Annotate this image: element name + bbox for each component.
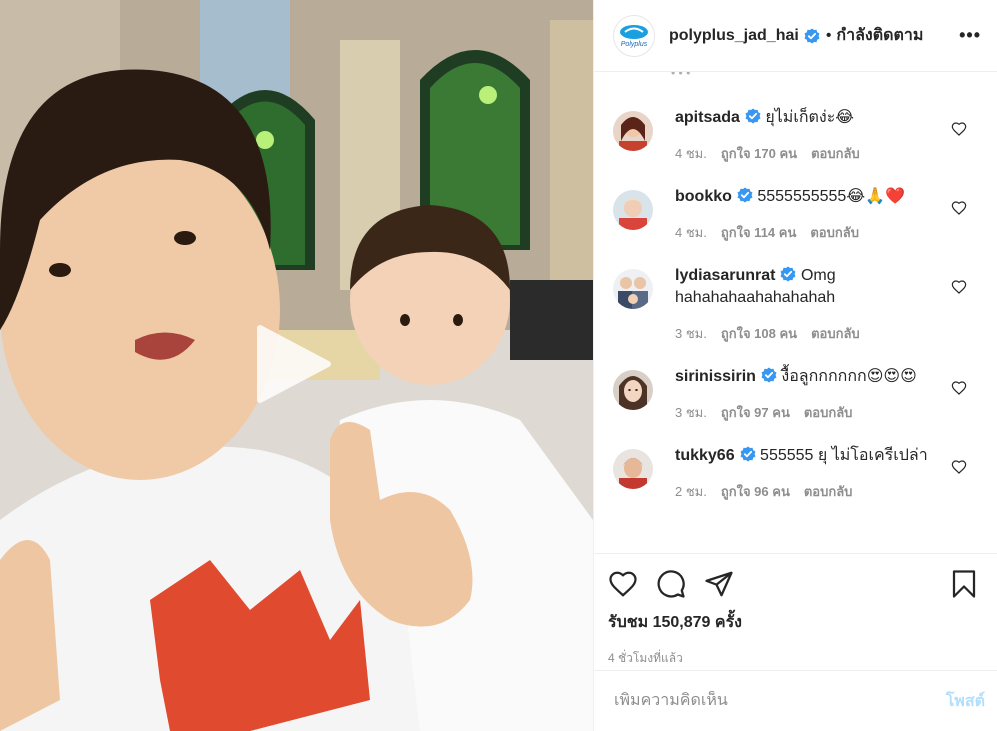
reply-button[interactable]: ตอบกลับ [804,405,853,420]
post-header: Polyplus polyplus_jad_hai • กำลังติดตาม … [594,0,997,72]
like-comment-heart-icon[interactable] [951,279,967,295]
clipped-comment-edge: • • • [671,72,691,80]
comment-likes[interactable]: ถูกใจ 108 คน [721,326,797,341]
play-icon[interactable] [250,322,334,406]
verified-icon [737,187,753,203]
comment-time[interactable]: 3 ชม. [675,326,707,341]
commenter-avatar[interactable] [613,190,653,230]
comment-item: lydiasarunrat Omg hahahahaahahahahah 3 ช… [613,265,981,344]
view-count[interactable]: รับชม 150,879 ครั้ง [608,610,979,635]
commenter-avatar[interactable] [613,370,653,410]
comment-likes[interactable]: ถูกใจ 97 คน [721,405,790,420]
comment-text-row: sirinissirin งื้อลูกกกกกก😍😍😍 [675,366,951,388]
comment-meta: 4 ชม. ถูกใจ 114 คน ตอบกลับ [675,222,951,243]
post-side-panel: Polyplus polyplus_jad_hai • กำลังติดตาม … [593,0,997,731]
comment-time[interactable]: 4 ชม. [675,225,707,240]
comment-time[interactable]: 4 ชม. [675,146,707,161]
comment-body: งื้อลูกกกกกก😍😍😍 [781,368,917,385]
comment-icon[interactable] [656,569,686,599]
bookmark-icon[interactable] [949,569,979,599]
like-comment-heart-icon[interactable] [951,200,967,216]
commenter-username[interactable]: bookko [675,188,732,205]
commenter-avatar[interactable] [613,269,653,309]
post-timestamp[interactable]: 4 ชั่วโมงที่แล้ว [608,649,979,668]
comment-meta: 3 ชม. ถูกใจ 108 คน ตอบกลับ [675,323,951,344]
comment-likes[interactable]: ถูกใจ 96 คน [721,484,790,499]
verified-icon [740,446,756,462]
verified-icon [804,28,820,43]
like-comment-heart-icon[interactable] [951,380,967,396]
comment-body: 5555555555😂🙏❤️ [757,188,905,205]
comment-item: sirinissirin งื้อลูกกกกกก😍😍😍 3 ชม. ถูกใจ … [613,366,981,423]
header-separator: • [825,26,832,44]
comment-body: 555555 ยุ ไม่โอเครีเปล่า [760,447,928,464]
add-comment-bar: โพสต์ [594,670,997,731]
instagram-post: Polyplus polyplus_jad_hai • กำลังติดตาม … [0,0,997,731]
verified-icon [761,367,777,383]
comment-meta: 2 ชม. ถูกใจ 96 คน ตอบกลับ [675,481,951,502]
comment-meta: 3 ชม. ถูกใจ 97 คน ตอบกลับ [675,402,951,423]
comments-list: • • • apitsada ยุไม่เก็ตง่ะ😂 4 ชม. ถูกใจ … [594,72,997,553]
commenter-avatar[interactable] [613,449,653,489]
polyplus-logo-icon: Polyplus [620,24,648,48]
comment-input[interactable] [612,691,946,711]
account-avatar[interactable]: Polyplus [613,14,655,57]
comment-item: bookko 5555555555😂🙏❤️ 4 ชม. ถูกใจ 114 คน ต… [613,186,981,243]
comment-text-row: bookko 5555555555😂🙏❤️ [675,186,951,208]
logo-wordmark: Polyplus [621,41,648,48]
commenter-username[interactable]: tukky66 [675,447,735,464]
comment-text-row: tukky66 555555 ยุ ไม่โอเครีเปล่า [675,445,951,467]
commenter-avatar[interactable] [613,111,653,151]
comment-time[interactable]: 2 ชม. [675,484,707,499]
verified-icon [745,108,761,124]
comment-meta: 4 ชม. ถูกใจ 170 คน ตอบกลับ [675,143,951,164]
video-media[interactable] [0,0,593,731]
like-comment-heart-icon[interactable] [951,459,967,475]
heart-icon[interactable] [608,569,638,599]
comment-likes[interactable]: ถูกใจ 170 คน [721,146,797,161]
commenter-username[interactable]: sirinissirin [675,368,756,385]
reply-button[interactable]: ตอบกลับ [811,146,860,161]
comment-item: tukky66 555555 ยุ ไม่โอเครีเปล่า 2 ชม. ถู… [613,445,981,502]
comment-body: ยุไม่เก็ตง่ะ😂 [765,109,854,126]
reply-button[interactable]: ตอบกลับ [811,326,860,341]
more-options-icon[interactable]: ••• [959,25,981,46]
comment-text-row: apitsada ยุไม่เก็ตง่ะ😂 [675,107,951,129]
commenter-username[interactable]: lydiasarunrat [675,267,775,284]
comment-item: apitsada ยุไม่เก็ตง่ะ😂 4 ชม. ถูกใจ 170 คน… [613,107,981,164]
reply-button[interactable]: ตอบกลับ [810,225,859,240]
like-comment-heart-icon[interactable] [951,121,967,137]
post-comment-button[interactable]: โพสต์ [946,689,985,714]
action-icon-row [608,568,979,600]
reply-button[interactable]: ตอบกลับ [804,484,853,499]
share-icon[interactable] [704,569,734,599]
comment-text-row: lydiasarunrat Omg hahahahaahahahahah [675,265,951,309]
post-actions: รับชม 150,879 ครั้ง 4 ชั่วโมงที่แล้ว [594,553,997,670]
following-button[interactable]: กำลังติดตาม [836,23,923,48]
commenter-username[interactable]: apitsada [675,109,740,126]
comment-time[interactable]: 3 ชม. [675,405,707,420]
comment-likes[interactable]: ถูกใจ 114 คน [721,225,797,240]
post-username[interactable]: polyplus_jad_hai [669,27,799,45]
verified-icon [780,266,796,282]
